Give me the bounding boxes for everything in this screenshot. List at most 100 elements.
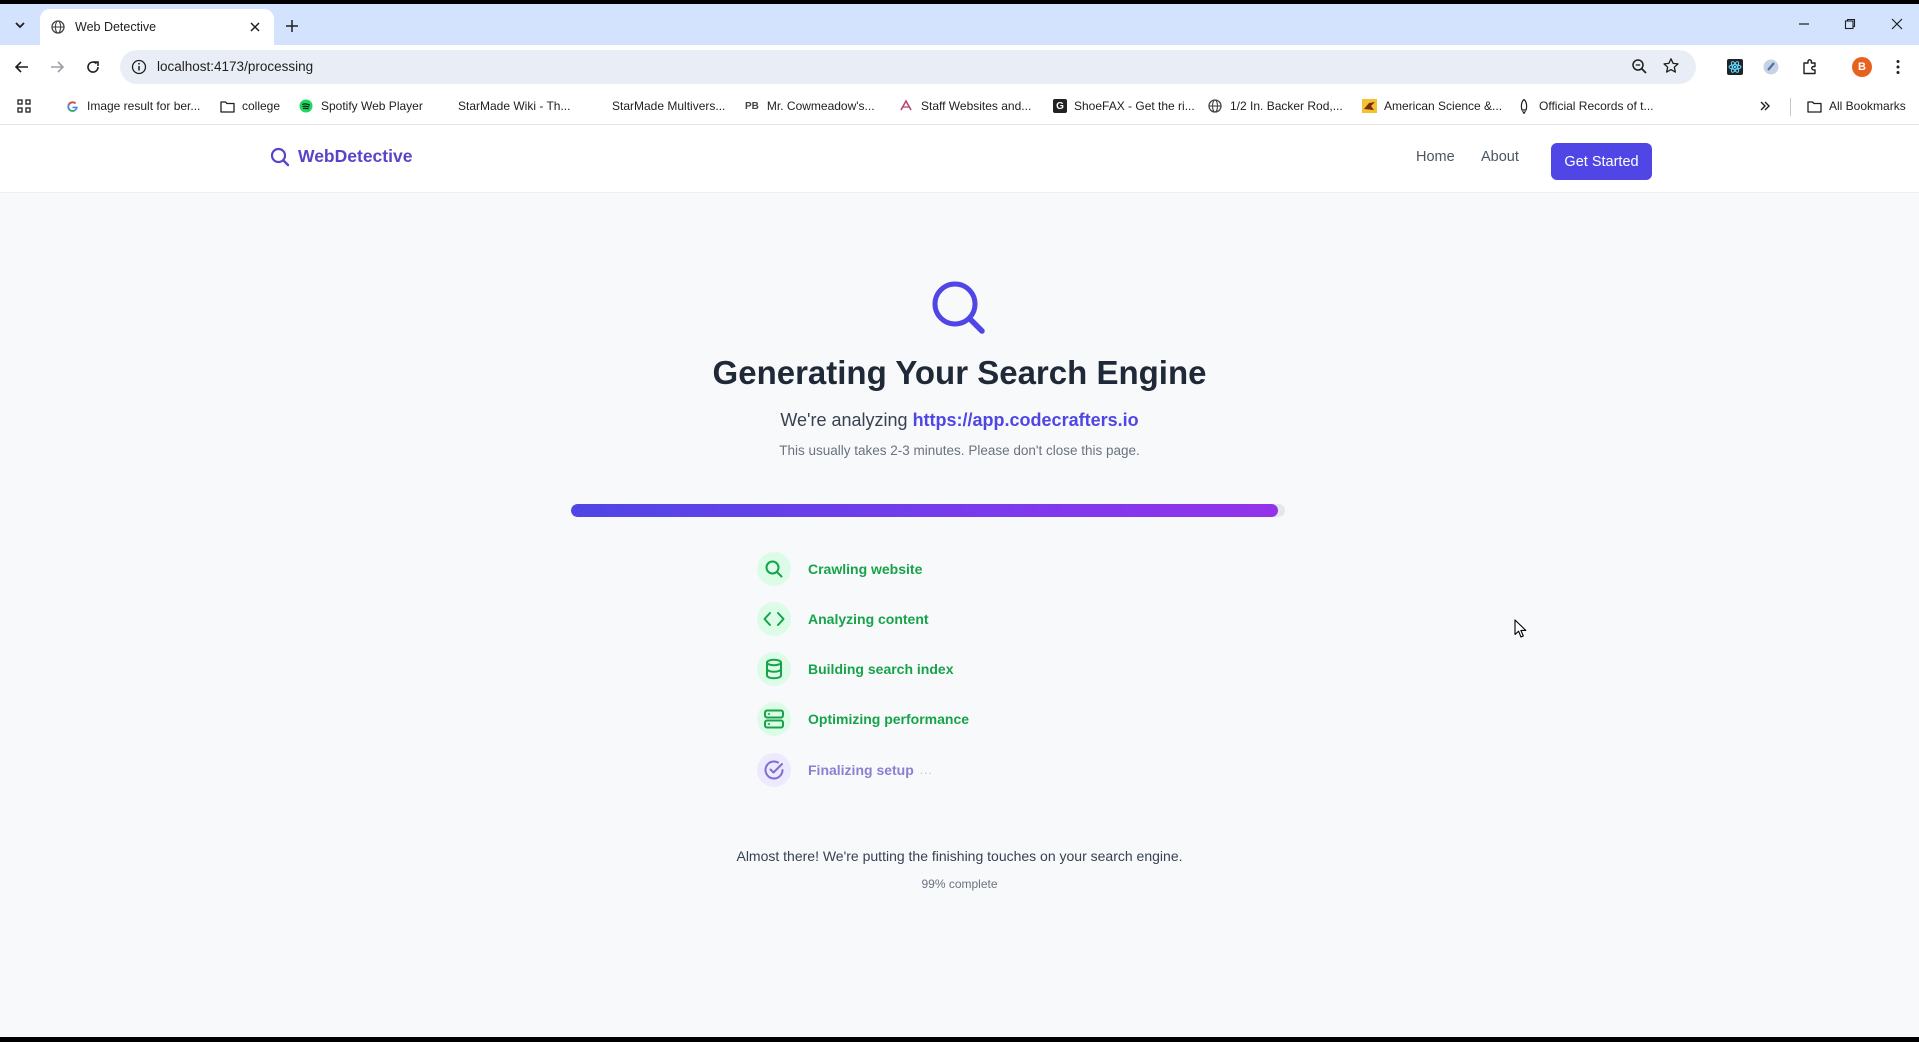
- code-icon: [757, 602, 791, 636]
- page-title: Generating Your Search Engine: [712, 354, 1207, 391]
- bookmark-folder[interactable]: college: [219, 97, 280, 115]
- minimize-icon: [1799, 23, 1809, 25]
- mouse-cursor-icon: [1514, 619, 1527, 638]
- bookmark-star-icon[interactable]: [1662, 57, 1680, 80]
- bookmark-item[interactable]: Image result for ber...: [64, 97, 200, 115]
- chevrons-right-icon: [1760, 101, 1770, 111]
- bookmark-item[interactable]: 1/2 In. Backer Rod,...: [1207, 97, 1343, 115]
- tab-strip: Web Detective: [0, 4, 1919, 45]
- g-square-icon: G: [1053, 99, 1067, 113]
- step-label: Analyzing content: [808, 611, 929, 627]
- step-analyzing: Analyzing content: [757, 602, 929, 636]
- arrow-left-icon: [14, 61, 28, 73]
- browser-window: Web Detective localhost:4173/processing …: [0, 4, 1919, 1037]
- back-button[interactable]: [9, 54, 35, 80]
- step-label: Optimizing performance: [808, 711, 970, 727]
- spotify-icon: [298, 98, 314, 114]
- page-content: WebDetective Home About Get Started Gene…: [0, 125, 1919, 1037]
- globe-icon: [50, 19, 66, 35]
- step-label: Crawling website: [808, 561, 923, 577]
- minimize-button[interactable]: [1790, 12, 1818, 36]
- search-icon: [757, 552, 791, 586]
- bookmark-item[interactable]: American Science &...: [1361, 97, 1502, 115]
- apps-button[interactable]: [17, 97, 31, 115]
- bookmark-label: Official Records of t...: [1539, 99, 1654, 113]
- url-text[interactable]: localhost:4173/processing: [157, 59, 313, 74]
- extension-button[interactable]: [1758, 54, 1784, 80]
- puzzle-icon: [1803, 59, 1816, 75]
- pb-icon: PB: [745, 100, 759, 112]
- bookmark-item[interactable]: PB Mr. Cowmeadow's...: [745, 97, 875, 115]
- analyzed-url-link[interactable]: https://app.codecrafters.io: [913, 410, 1139, 430]
- all-bookmarks-button[interactable]: All Bookmarks: [1806, 97, 1906, 115]
- bookmark-item[interactable]: StarMade Wiki - Th...: [458, 97, 570, 115]
- step-optimizing: Optimizing performance: [757, 702, 969, 736]
- step-finalizing: Finalizing setup ...: [757, 753, 933, 787]
- react-atom-icon: [1727, 59, 1743, 75]
- bookmark-item[interactable]: Staff Websites and...: [898, 97, 1031, 115]
- status-message: Almost there! We're putting the finishin…: [736, 848, 1183, 864]
- arrow-right-icon: [51, 61, 65, 73]
- duration-hint: This usually takes 2-3 minutes. Please d…: [779, 443, 1140, 458]
- browser-toolbar: localhost:4173/processing B: [0, 45, 1919, 88]
- profile-avatar[interactable]: B: [1852, 57, 1872, 77]
- browser-menu-button[interactable]: [1885, 54, 1911, 80]
- database-icon: [757, 652, 791, 686]
- apps-grid-icon: [17, 99, 31, 113]
- site-header: WebDetective Home About Get Started: [0, 125, 1919, 193]
- loading-dots: ...: [919, 763, 933, 777]
- bookmark-label: ShoeFAX - Get the ri...: [1074, 99, 1195, 113]
- close-icon: [1891, 18, 1903, 30]
- brand-name: WebDetective: [298, 146, 413, 166]
- bookmark-label: StarMade Multivers...: [612, 99, 726, 113]
- all-bookmarks-label: All Bookmarks: [1829, 99, 1906, 113]
- zoom-icon[interactable]: [1631, 58, 1648, 80]
- progress-bar-fill: [571, 504, 1278, 517]
- more-bookmarks-button[interactable]: [1759, 97, 1771, 115]
- chevron-down-icon: [15, 22, 25, 29]
- new-tab-button[interactable]: [281, 15, 303, 37]
- extension-react-devtools-button[interactable]: [1722, 54, 1748, 80]
- tab-list-button[interactable]: [8, 13, 32, 37]
- bookmark-label: Spotify Web Player: [321, 99, 423, 113]
- bookmark-label: Mr. Cowmeadow's...: [766, 99, 875, 113]
- bookmark-item[interactable]: Official Records of t...: [1516, 97, 1654, 115]
- brand-logo[interactable]: WebDetective: [270, 146, 412, 167]
- site-info-icon[interactable]: [128, 56, 150, 78]
- nav-home-link[interactable]: Home: [1416, 149, 1455, 165]
- analyzing-text: We're analyzing https://app.codecrafters…: [0, 410, 1919, 431]
- bookmark-item[interactable]: Spotify Web Player: [298, 97, 423, 115]
- bird-icon: [1361, 98, 1377, 114]
- address-bar[interactable]: localhost:4173/processing: [120, 50, 1696, 84]
- more-vertical-icon: [1896, 60, 1900, 74]
- get-started-button[interactable]: Get Started: [1551, 143, 1652, 180]
- rocket-icon: [1516, 98, 1532, 114]
- extension-circle-icon: [1763, 59, 1779, 75]
- tab-title: Web Detective: [75, 20, 157, 34]
- folder-icon: [1806, 98, 1822, 114]
- bookmark-label: Staff Websites and...: [921, 99, 1032, 113]
- extensions-menu-button[interactable]: [1797, 54, 1823, 80]
- reload-button[interactable]: [80, 54, 106, 80]
- close-window-button[interactable]: [1883, 12, 1911, 36]
- bookmark-item[interactable]: StarMade Multivers...: [612, 97, 725, 115]
- search-icon: [932, 281, 985, 334]
- bookmarks-divider: [1790, 98, 1791, 116]
- reload-icon: [87, 61, 99, 73]
- forward-button[interactable]: [44, 54, 70, 80]
- nav-about-link[interactable]: About: [1481, 149, 1519, 165]
- globe-icon: [1207, 98, 1223, 114]
- step-label: Finalizing setup: [808, 762, 914, 778]
- bookmark-label: StarMade Wiki - Th...: [458, 99, 571, 113]
- folder-icon: [219, 98, 235, 114]
- step-label: Building search index: [808, 661, 954, 677]
- bookmarks-bar: Image result for ber... college Spotify …: [0, 88, 1919, 125]
- bookmark-item[interactable]: G ShoeFAX - Get the ri...: [1053, 97, 1195, 115]
- bookmark-label: Image result for ber...: [87, 99, 201, 113]
- restore-button[interactable]: [1836, 12, 1864, 36]
- plus-icon: [286, 20, 298, 32]
- percent-complete: 99% complete: [921, 877, 998, 891]
- active-tab[interactable]: Web Detective: [40, 9, 274, 45]
- close-tab-icon[interactable]: [246, 18, 264, 36]
- step-crawling: Crawling website: [757, 552, 922, 586]
